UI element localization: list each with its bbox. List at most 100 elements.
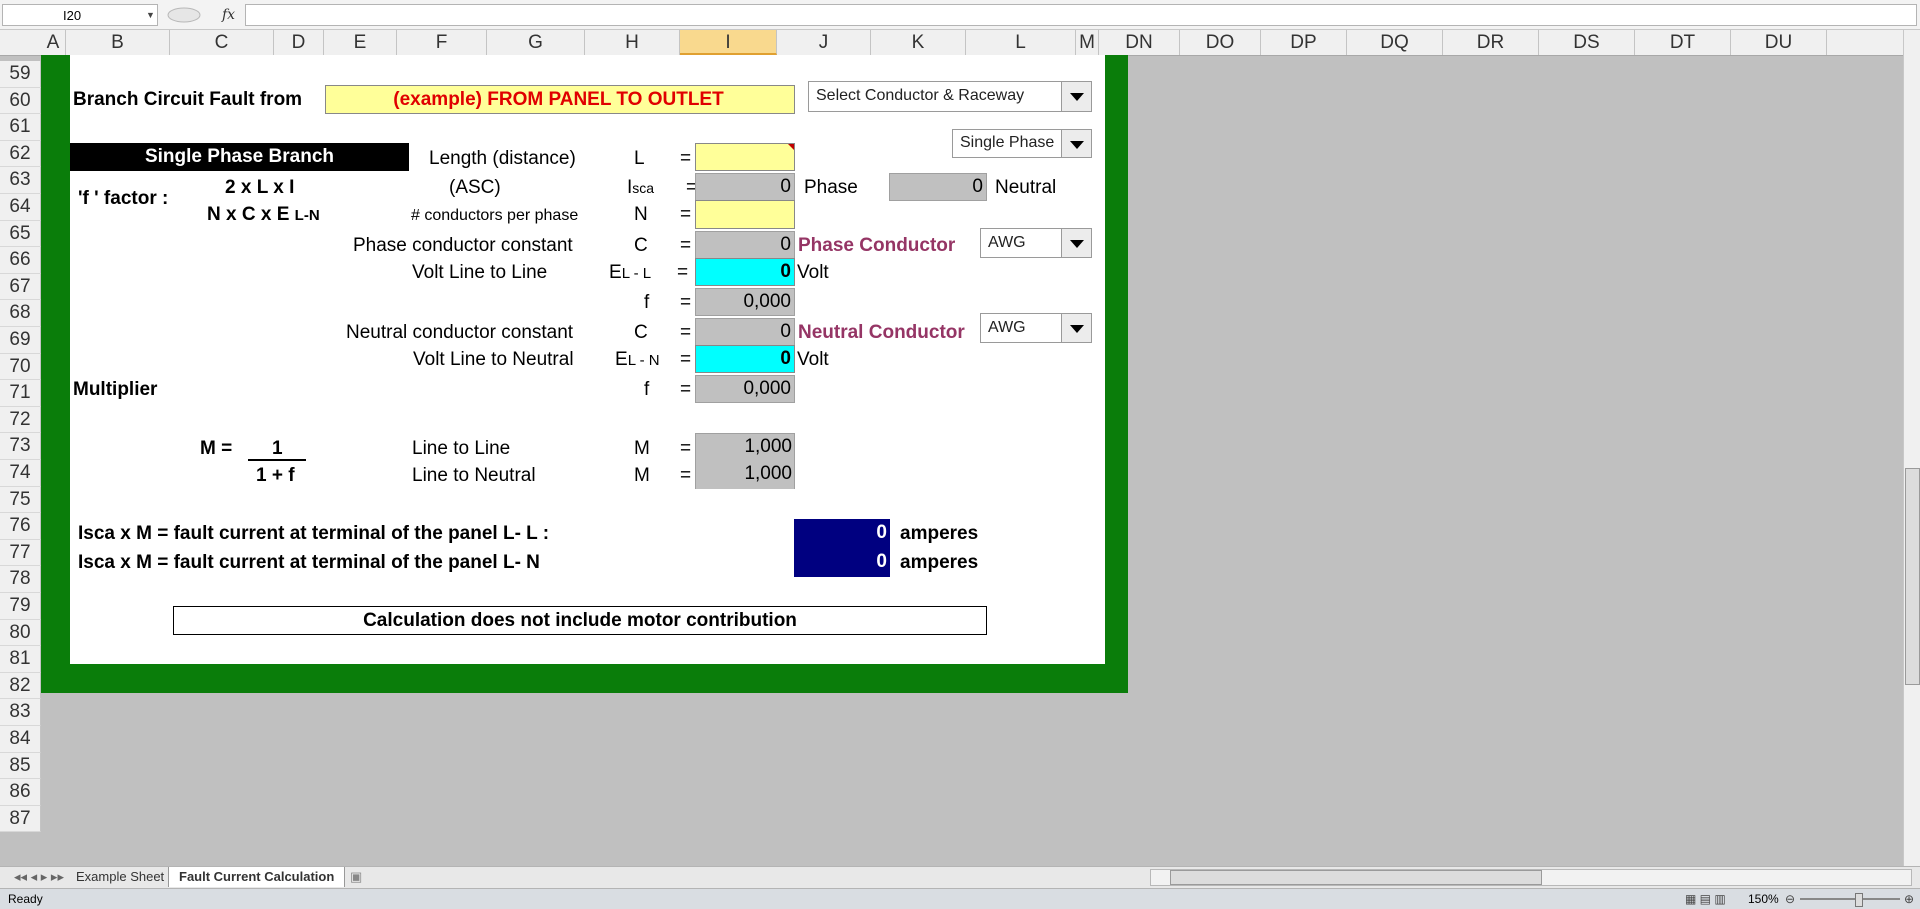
row-header-74[interactable]: 74 xyxy=(0,460,41,487)
name-box[interactable]: I20 xyxy=(2,4,158,26)
row-header-80[interactable]: 80 xyxy=(0,619,41,647)
f-value-line[interactable]: 0,000 xyxy=(695,288,795,316)
zoom-out-icon[interactable]: ⊖ xyxy=(1785,889,1795,909)
column-header-a[interactable]: A xyxy=(41,30,66,55)
row-header-77[interactable]: 77 xyxy=(0,539,41,567)
column-header-j[interactable]: J xyxy=(777,30,871,55)
row-header-81[interactable]: 81 xyxy=(0,646,41,673)
comment-indicator xyxy=(788,144,794,150)
volt-ln-value[interactable]: 0 xyxy=(695,345,795,373)
symbol-e-ln: EL - N xyxy=(615,348,660,373)
volt-ll-value[interactable]: 0 xyxy=(695,258,795,286)
row-header-66[interactable]: 66 xyxy=(0,247,41,274)
column-header-ds[interactable]: DS xyxy=(1539,30,1635,55)
zoom-slider-track[interactable] xyxy=(1800,898,1900,900)
length-input[interactable] xyxy=(695,143,795,171)
m-line-to-line-value[interactable]: 1,000 xyxy=(695,434,795,460)
formula-input[interactable] xyxy=(245,4,1917,26)
fault-ln-value[interactable]: 0 xyxy=(794,549,890,577)
zoom-level[interactable]: 150% xyxy=(1748,889,1779,909)
row-header-65[interactable]: 65 xyxy=(0,220,41,248)
row-header-63[interactable]: 63 xyxy=(0,167,41,194)
column-header-e[interactable]: E xyxy=(324,30,397,55)
column-header-m[interactable]: M xyxy=(1076,30,1099,55)
column-header-c[interactable]: C xyxy=(170,30,274,55)
column-header-dq[interactable]: DQ xyxy=(1347,30,1443,55)
formula-denominator-sub: L-N xyxy=(294,207,320,224)
neutral-awg-dropdown[interactable]: AWG xyxy=(980,313,1092,343)
column-header-b[interactable]: B xyxy=(66,30,170,55)
chevron-down-icon[interactable] xyxy=(1061,130,1091,157)
row-header-64[interactable]: 64 xyxy=(0,194,41,221)
row-header-67[interactable]: 67 xyxy=(0,273,41,301)
column-header-d[interactable]: D xyxy=(274,30,324,55)
row-header-70[interactable]: 70 xyxy=(0,353,41,381)
row-header-87[interactable]: 87 xyxy=(0,805,41,833)
row-header-69[interactable]: 69 xyxy=(0,327,41,354)
chevron-down-icon[interactable] xyxy=(1061,314,1091,342)
symbol-isca: Isca xyxy=(627,176,654,200)
row-header-83[interactable]: 83 xyxy=(0,699,41,726)
column-header-du[interactable]: DU xyxy=(1731,30,1827,55)
fault-ll-value[interactable]: 0 xyxy=(794,520,890,548)
row-header-85[interactable]: 85 xyxy=(0,752,41,780)
neutral-conductor-label: Neutral Conductor xyxy=(798,322,965,343)
row-header-59[interactable]: 59 xyxy=(0,61,41,88)
row-header-61[interactable]: 61 xyxy=(0,114,41,141)
chevron-down-icon[interactable] xyxy=(1061,229,1091,257)
row-header-84[interactable]: 84 xyxy=(0,726,41,753)
zoom-in-icon[interactable]: ⊕ xyxy=(1904,889,1914,909)
row-header-79[interactable]: 79 xyxy=(0,593,41,620)
column-header-f[interactable]: F xyxy=(397,30,487,55)
column-header-k[interactable]: K xyxy=(871,30,966,55)
column-header-dn[interactable]: DN xyxy=(1099,30,1180,55)
vertical-scroll-thumb[interactable] xyxy=(1905,468,1920,685)
insert-function-icon[interactable]: fx xyxy=(222,4,235,26)
equals-sign: = xyxy=(680,465,692,486)
f-value-neutral[interactable]: 0,000 xyxy=(695,375,795,403)
zoom-slider-thumb[interactable] xyxy=(1855,893,1863,907)
conductors-per-phase-label: # conductors per phase xyxy=(411,207,579,224)
row-header-72[interactable]: 72 xyxy=(0,406,41,434)
isca-value[interactable]: 0 xyxy=(695,173,795,201)
chevron-down-icon[interactable]: ▼ xyxy=(146,4,158,26)
row-header-62[interactable]: 62 xyxy=(0,140,41,168)
row-header-75[interactable]: 75 xyxy=(0,486,41,514)
column-header-do[interactable]: DO xyxy=(1180,30,1261,55)
conductor-raceway-dropdown[interactable]: Select Conductor & Raceway xyxy=(808,81,1092,112)
m-line-to-neutral-value[interactable]: 1,000 xyxy=(695,461,795,487)
phase-awg-dropdown[interactable]: AWG xyxy=(980,228,1092,258)
phase-type-dropdown[interactable]: Single Phase xyxy=(952,129,1092,158)
column-header-l[interactable]: L xyxy=(966,30,1076,55)
column-header-h[interactable]: H xyxy=(585,30,680,55)
view-buttons[interactable]: ▦ ▤ ▥ xyxy=(1685,889,1726,909)
row-header-73[interactable]: 73 xyxy=(0,433,41,460)
branch-circuit-input[interactable]: (example) FROM PANEL TO OUTLET xyxy=(325,85,795,114)
tab-fault-current-calculation[interactable]: Fault Current Calculation xyxy=(168,867,346,887)
column-header-dp[interactable]: DP xyxy=(1261,30,1347,55)
column-header-g[interactable]: G xyxy=(487,30,585,55)
volt-unit: Volt xyxy=(797,262,829,283)
column-header-dt[interactable]: DT xyxy=(1635,30,1731,55)
row-header-76[interactable]: 76 xyxy=(0,513,41,540)
phase-conductor-label: Phase Conductor xyxy=(798,235,956,256)
conductors-input[interactable] xyxy=(695,200,795,229)
chevron-down-icon[interactable] xyxy=(1061,82,1091,111)
tab-example-sheet[interactable]: Example Sheet xyxy=(66,867,174,887)
isca-neutral-value[interactable]: 0 xyxy=(889,173,987,201)
row-header-71[interactable]: 71 xyxy=(0,380,41,407)
horizontal-scroll-thumb[interactable] xyxy=(1170,870,1542,885)
column-header-i[interactable]: I xyxy=(680,30,777,55)
row-header-82[interactable]: 82 xyxy=(0,672,41,700)
status-ready: Ready xyxy=(8,892,43,906)
row-header-68[interactable]: 68 xyxy=(0,300,41,327)
vertical-scrollbar[interactable] xyxy=(1903,30,1920,866)
insert-sheet-icon[interactable]: ▣ xyxy=(340,867,372,887)
neutral-constant-value[interactable]: 0 xyxy=(695,318,795,346)
tab-nav-arrows[interactable]: ◂◂ ◂ ▸ ▸▸ xyxy=(4,867,74,887)
row-header-86[interactable]: 86 xyxy=(0,779,41,806)
column-header-dr[interactable]: DR xyxy=(1443,30,1539,55)
phase-constant-value[interactable]: 0 xyxy=(695,231,795,259)
row-header-60[interactable]: 60 xyxy=(0,87,41,115)
row-header-78[interactable]: 78 xyxy=(0,566,41,593)
